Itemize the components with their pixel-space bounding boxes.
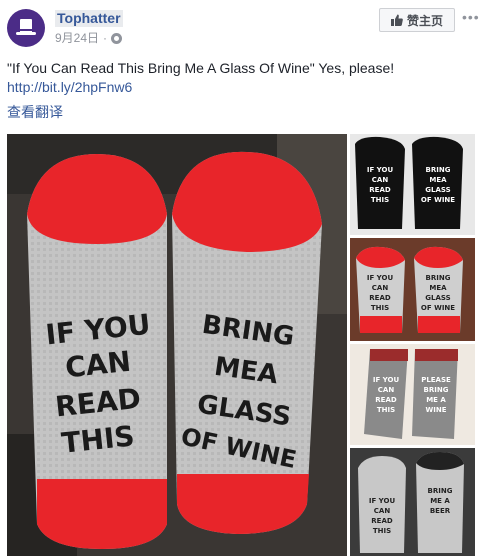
more-options-button[interactable]: ••• bbox=[462, 10, 479, 24]
thumb-photo-1[interactable]: IF YOU CAN READ THIS BRING MEA GLASS OF … bbox=[350, 134, 475, 235]
thumb-2-left-2: CAN bbox=[372, 284, 389, 292]
post-link[interactable]: http://bit.ly/2hpFnw6 bbox=[7, 78, 132, 97]
thumb-4-right-1: BRING bbox=[428, 487, 453, 495]
thumb-photo-4[interactable]: IF YOU CAN READ THIS BRING ME A BEER bbox=[350, 448, 475, 556]
top-hat-logo-icon bbox=[16, 19, 36, 35]
thumb-3-left-1: IF YOU bbox=[373, 376, 400, 384]
thumb-3-right-2: BRING bbox=[424, 386, 449, 394]
thumb-4-illustration: IF YOU CAN READ THIS BRING ME A BEER bbox=[350, 448, 475, 556]
thumb-3-illustration: IF YOU CAN READ THIS PLEASE BRING ME A W… bbox=[350, 344, 475, 445]
thumb-3-left-2: CAN bbox=[378, 386, 395, 394]
thumb-photo-2[interactable]: IF YOU CAN READ THIS BRING MEA GLASS OF … bbox=[350, 238, 475, 341]
thumb-2-right-4: OF WINE bbox=[421, 304, 455, 312]
thumb-3-left-3: READ bbox=[375, 396, 397, 404]
post-date[interactable]: 9月24日 bbox=[55, 30, 99, 46]
thumb-4-right-3: BEER bbox=[430, 507, 451, 515]
thumb-1-right-2: MEA bbox=[429, 176, 447, 184]
thumb-1-left-2: CAN bbox=[372, 176, 389, 184]
see-translation-link[interactable]: 查看翻译 bbox=[7, 103, 63, 122]
post-meta: 9月24日 · bbox=[55, 30, 123, 46]
thumb-4-left-2: CAN bbox=[374, 507, 391, 515]
thumb-3-right-3: ME A bbox=[426, 396, 446, 404]
thumb-2-right-3: GLASS bbox=[425, 294, 450, 302]
thumb-1-right-1: BRING bbox=[426, 166, 451, 174]
thumb-2-left-4: THIS bbox=[371, 304, 389, 312]
thumb-1-right-4: OF WINE bbox=[421, 196, 455, 204]
post-message: "If You Can Read This Bring Me A Glass O… bbox=[7, 60, 395, 76]
thumb-2-illustration: IF YOU CAN READ THIS BRING MEA GLASS OF … bbox=[350, 238, 475, 341]
thumb-1-left-1: IF YOU bbox=[367, 166, 394, 174]
like-page-label: 赞主页 bbox=[406, 13, 443, 28]
main-photo[interactable]: IF YOU CAN READ THIS BRING MEA GLASS OF … bbox=[7, 134, 347, 556]
thumb-3-left-4: THIS bbox=[377, 406, 395, 414]
thumb-3-right-1: PLEASE bbox=[421, 376, 451, 384]
thumb-2-left-1: IF YOU bbox=[367, 274, 394, 282]
thumb-2-left-3: READ bbox=[369, 294, 391, 302]
thumb-4-left-3: READ bbox=[371, 517, 393, 525]
like-page-button[interactable]: 赞主页 bbox=[379, 8, 455, 32]
thumb-1-right-3: GLASS bbox=[425, 186, 450, 194]
thumb-4-right-2: ME A bbox=[430, 497, 450, 505]
socks-main-illustration: IF YOU CAN READ THIS BRING MEA GLASS OF … bbox=[7, 134, 347, 556]
meta-separator: · bbox=[103, 31, 108, 45]
left-sock-line-2: CAN bbox=[64, 345, 133, 385]
page-name-link[interactable]: Tophatter bbox=[55, 10, 123, 27]
thumb-1-left-4: THIS bbox=[371, 196, 389, 204]
thumb-4-left-4: THIS bbox=[373, 527, 391, 535]
globe-icon[interactable] bbox=[111, 32, 123, 44]
thumb-1-illustration: IF YOU CAN READ THIS BRING MEA GLASS OF … bbox=[350, 134, 475, 235]
thumb-4-left-1: IF YOU bbox=[369, 497, 396, 505]
thumbs-up-icon bbox=[390, 14, 403, 26]
thumb-1-left-3: READ bbox=[369, 186, 391, 194]
page-avatar[interactable] bbox=[7, 9, 45, 47]
thumb-photo-3[interactable]: IF YOU CAN READ THIS PLEASE BRING ME A W… bbox=[350, 344, 475, 445]
thumb-3-right-4: WINE bbox=[426, 406, 447, 414]
thumb-2-right-2: MEA bbox=[429, 284, 447, 292]
thumb-2-right-1: BRING bbox=[426, 274, 451, 282]
